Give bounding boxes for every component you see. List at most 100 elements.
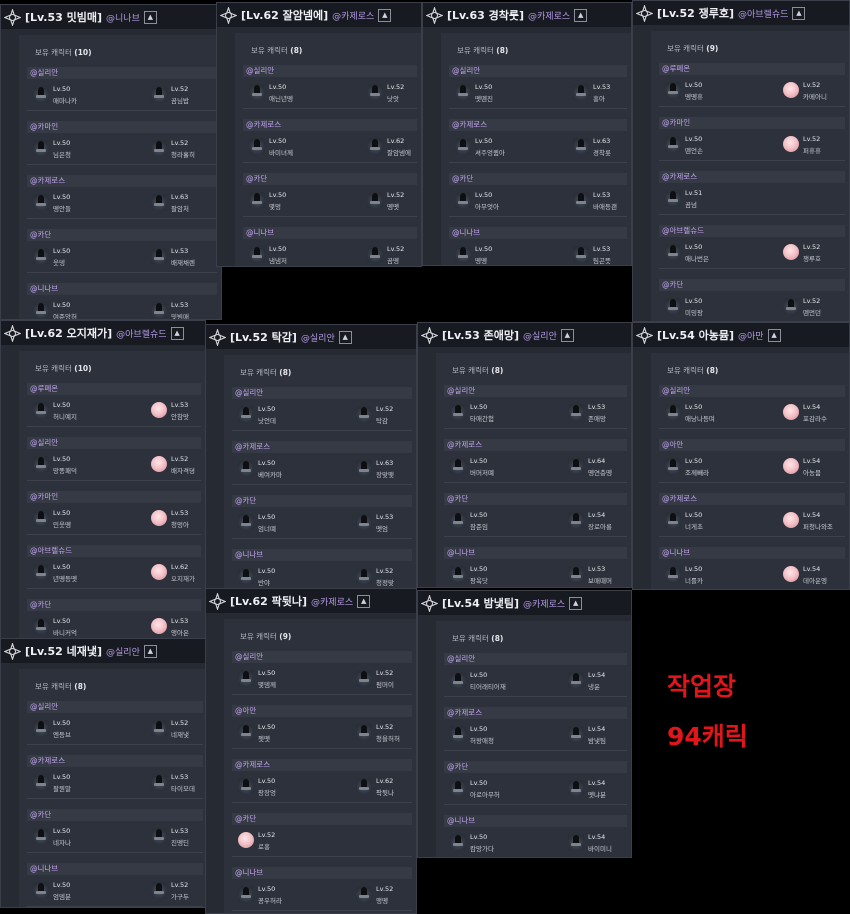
- character-entry[interactable]: Lv.53 배재채렌: [151, 245, 221, 269]
- character-entry[interactable]: Lv.51 곰넘: [665, 187, 765, 211]
- collapse-button[interactable]: ▲: [767, 328, 781, 342]
- character-entry[interactable]: Lv.50 팔뭔말: [33, 771, 133, 795]
- character-entry[interactable]: Lv.50 타애간험: [450, 401, 550, 425]
- collapse-button[interactable]: ▲: [792, 6, 806, 20]
- collapse-button[interactable]: ▲: [143, 644, 157, 658]
- character-entry[interactable]: Lv.52 청라홀히: [151, 137, 221, 161]
- character-entry[interactable]: Lv.54 퍼청나와조: [783, 509, 849, 533]
- character-entry[interactable]: Lv.50 베여카마: [238, 457, 338, 481]
- character-entry[interactable]: Lv.53 보매때머: [568, 563, 631, 587]
- character-entry[interactable]: Lv.53 앵아온: [151, 615, 205, 639]
- character-entry[interactable]: Lv.54 밤냋팀: [568, 723, 631, 747]
- character-entry[interactable]: Lv.52 쟁루호: [783, 241, 849, 265]
- character-entry[interactable]: Lv.53 뗏엄: [356, 511, 416, 535]
- character-entry[interactable]: Lv.62 팍뒷나: [356, 775, 416, 799]
- character-entry[interactable]: Lv.50 몇뎀께: [238, 667, 338, 691]
- character-entry[interactable]: Lv.50 네자나: [33, 825, 133, 849]
- character-entry[interactable]: Lv.50 낫언데: [238, 403, 338, 427]
- character-entry[interactable]: Lv.50 년뗑등뗏: [33, 561, 133, 585]
- character-entry[interactable]: Lv.54 바이미니: [568, 831, 631, 855]
- character-entry[interactable]: Lv.50 애나번은: [665, 241, 765, 265]
- character-entry[interactable]: Lv.53 홍아: [573, 81, 631, 105]
- character-entry[interactable]: Lv.50 망똥패덕: [33, 453, 133, 477]
- character-entry[interactable]: Lv.54 포감라수: [783, 401, 849, 425]
- character-entry[interactable]: Lv.50 엔등브: [33, 717, 133, 741]
- character-entry[interactable]: Lv.50 민웃뗑: [33, 507, 133, 531]
- character-entry[interactable]: Lv.50 조께빼라: [665, 455, 765, 479]
- character-entry[interactable]: Lv.50 잠준임: [450, 509, 550, 533]
- character-entry[interactable]: Lv.50 너를카: [665, 563, 765, 587]
- character-entry[interactable]: Lv.53 진뗑딘: [151, 825, 207, 849]
- character-entry[interactable]: Lv.50 엄너뗴: [238, 511, 338, 535]
- collapse-button[interactable]: ▲: [338, 330, 352, 344]
- character-entry[interactable]: Lv.52 앵뗑: [356, 883, 416, 907]
- character-entry[interactable]: Lv.52 가구두: [151, 879, 207, 903]
- collapse-button[interactable]: ▲: [378, 8, 392, 22]
- character-entry[interactable]: Lv.52 곰님밥: [151, 83, 221, 107]
- character-entry[interactable]: Lv.50 젯뗏: [238, 721, 338, 745]
- character-entry[interactable]: Lv.50 님은청: [33, 137, 133, 161]
- character-entry[interactable]: Lv.50 뗏뗀진: [455, 81, 555, 105]
- character-entry[interactable]: Lv.50 셔주엉큄아: [455, 135, 555, 159]
- character-entry[interactable]: Lv.50 엄뎀분: [33, 879, 133, 903]
- character-entry[interactable]: Lv.50 냄냄저: [249, 243, 349, 266]
- character-entry[interactable]: Lv.54 장로아롱: [568, 509, 631, 533]
- character-entry[interactable]: Lv.50 뗀언손: [665, 133, 765, 157]
- character-entry[interactable]: Lv.53 바애등괜: [573, 189, 631, 213]
- character-entry[interactable]: Lv.52 곰뗑: [367, 243, 421, 266]
- character-entry[interactable]: Lv.50 아로아무허: [450, 777, 550, 801]
- character-entry[interactable]: Lv.50 팡옥닷: [450, 563, 550, 587]
- character-entry[interactable]: Lv.54 데아운엥: [783, 563, 849, 587]
- character-entry[interactable]: Lv.53 존애망: [568, 401, 631, 425]
- character-entry[interactable]: Lv.50 매마나카: [33, 83, 133, 107]
- collapse-button[interactable]: ▲: [569, 596, 583, 610]
- character-entry[interactable]: Lv.52 카메아니: [783, 79, 849, 103]
- character-entry[interactable]: Lv.52 청을허허: [356, 721, 416, 745]
- character-entry[interactable]: Lv.54 뗏냐뷴: [568, 777, 631, 801]
- character-entry[interactable]: Lv.54 아농뮴: [783, 455, 849, 479]
- character-entry[interactable]: Lv.50 여준앙허: [33, 299, 133, 319]
- character-entry[interactable]: Lv.50 뗑뗑: [455, 243, 555, 265]
- collapse-button[interactable]: ▲: [143, 10, 157, 24]
- character-entry[interactable]: Lv.50 반야: [238, 565, 338, 589]
- character-entry[interactable]: Lv.53 안참맛: [151, 399, 205, 423]
- character-entry[interactable]: Lv.52 퍼휴휴: [783, 133, 849, 157]
- character-entry[interactable]: Lv.52 뗀먼던: [783, 295, 849, 319]
- character-entry[interactable]: Lv.50 버머저뗴: [450, 455, 550, 479]
- character-entry[interactable]: Lv.50 허왕애청: [450, 723, 550, 747]
- collapse-button[interactable]: ▲: [170, 326, 184, 340]
- character-entry[interactable]: Lv.50 바니커억: [33, 615, 133, 639]
- collapse-button[interactable]: ▲: [574, 8, 588, 22]
- character-entry[interactable]: Lv.63 팔암처: [151, 191, 221, 215]
- character-entry[interactable]: Lv.50 꽁우허라: [238, 883, 338, 907]
- character-entry[interactable]: Lv.53 청멍아: [151, 507, 205, 531]
- character-entry[interactable]: Lv.50 캄망가다: [450, 831, 550, 855]
- character-entry[interactable]: Lv.52 로홍: [238, 829, 338, 853]
- character-entry[interactable]: Lv.62 잘암넴에: [367, 135, 421, 159]
- character-entry[interactable]: Lv.53 팀곤뜻: [573, 243, 631, 265]
- character-entry[interactable]: Lv.50 바미녀께: [249, 135, 349, 159]
- character-entry[interactable]: Lv.53 타이모데: [151, 771, 207, 795]
- character-entry[interactable]: Lv.50 허니예지: [33, 399, 133, 423]
- character-entry[interactable]: Lv.50 티어래티어재: [450, 669, 550, 693]
- collapse-button[interactable]: ▲: [357, 594, 371, 608]
- character-entry[interactable]: Lv.50 몇멍: [249, 189, 349, 213]
- character-entry[interactable]: Lv.54 냉윤: [568, 669, 631, 693]
- character-entry[interactable]: Lv.50 팡장엉: [238, 775, 338, 799]
- character-entry[interactable]: Lv.64 뗑연층뗑: [568, 455, 631, 479]
- character-entry[interactable]: Lv.52 청정맞: [356, 565, 416, 589]
- character-entry[interactable]: Lv.52 탁감: [356, 403, 416, 427]
- character-entry[interactable]: Lv.50 미밍팡: [665, 295, 765, 319]
- character-entry[interactable]: Lv.63 경착룻: [573, 135, 631, 159]
- character-entry[interactable]: Lv.63 장맞맺: [356, 457, 416, 481]
- collapse-button[interactable]: ▲: [560, 328, 574, 342]
- character-entry[interactable]: Lv.50 웃뎅: [33, 245, 133, 269]
- character-entry[interactable]: Lv.52 네재냋: [151, 717, 207, 741]
- character-entry[interactable]: Lv.50 뗑뗑휴: [665, 79, 765, 103]
- character-entry[interactable]: Lv.52 배자격뎡: [151, 453, 205, 477]
- character-entry[interactable]: Lv.53 밋빔매: [151, 299, 221, 319]
- character-entry[interactable]: Lv.62 오지재가: [151, 561, 205, 585]
- character-entry[interactable]: Lv.50 애낭나등며: [665, 401, 765, 425]
- character-entry[interactable]: Lv.52 펌머이: [356, 667, 416, 691]
- character-entry[interactable]: Lv.52 낫앗: [367, 81, 421, 105]
